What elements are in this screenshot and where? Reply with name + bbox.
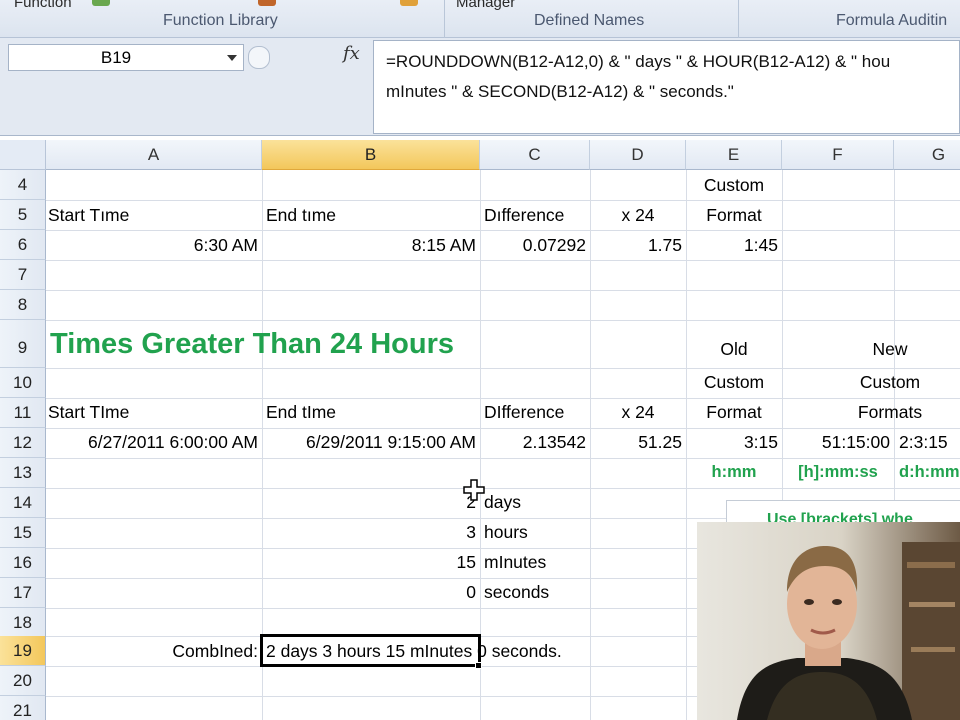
math-icon[interactable]: [400, 0, 418, 6]
column-header-a[interactable]: A: [46, 140, 262, 170]
cell-c17[interactable]: seconds: [480, 577, 590, 607]
note-textbox[interactable]: Use [brackets] whe: [726, 500, 960, 524]
cell-e9[interactable]: Old: [686, 334, 782, 364]
cell-d12[interactable]: 51.25: [590, 427, 686, 457]
move-cursor-icon: [463, 479, 485, 501]
column-header-e[interactable]: E: [686, 140, 782, 170]
active-cell-border: [260, 634, 481, 667]
name-box-value: B19: [100, 48, 132, 67]
cell-f12[interactable]: 51:15:00: [782, 427, 894, 457]
cell-e10[interactable]: Custom: [686, 367, 782, 397]
formula-input[interactable]: =ROUNDDOWN(B12-A12,0) & " days " & HOUR(…: [373, 40, 960, 134]
cell-c5[interactable]: Dıfference: [480, 200, 590, 230]
row-header-16[interactable]: 16: [0, 548, 46, 578]
column-header-g[interactable]: G: [894, 140, 960, 170]
cell-c6[interactable]: 0.07292: [480, 230, 590, 260]
cell-c16[interactable]: mInutes: [480, 547, 590, 577]
cell-b11[interactable]: End tIme: [262, 397, 480, 427]
row-header-10[interactable]: 10: [0, 368, 46, 398]
cell-a19[interactable]: CombIned:: [46, 636, 262, 666]
defined-names-group: Defined Names: [534, 12, 645, 29]
cell-b16[interactable]: 15: [262, 547, 480, 577]
cell-f10[interactable]: Custom: [782, 367, 960, 397]
cell-e12[interactable]: 3:15: [686, 427, 782, 457]
fill-handle[interactable]: [475, 662, 482, 669]
formula-bar: B19 fx =ROUNDDOWN(B12-A12,0) & " days " …: [0, 38, 960, 136]
row-header-8[interactable]: 8: [0, 290, 46, 320]
fx-icon[interactable]: fx: [343, 43, 360, 64]
cell-c15[interactable]: hours: [480, 517, 590, 547]
cell-a5[interactable]: Start Tıme: [44, 200, 260, 230]
presenter-image: [697, 522, 960, 720]
row-header-7[interactable]: 7: [0, 260, 46, 290]
cell-c11[interactable]: DIfference: [480, 397, 590, 427]
gridline: [46, 320, 960, 321]
row-header-6[interactable]: 6: [0, 230, 46, 260]
column-header-f[interactable]: F: [782, 140, 894, 170]
format-code-dhmm[interactable]: d:h:mm: [895, 457, 960, 487]
cell-b17[interactable]: 0: [262, 577, 480, 607]
row-header-12[interactable]: 12: [0, 428, 46, 458]
cell-e4[interactable]: Custom: [686, 170, 782, 200]
row-header-21[interactable]: 21: [0, 696, 46, 720]
formula-auditing-group: Formula Auditin: [836, 12, 948, 29]
chevron-down-icon[interactable]: [227, 55, 237, 61]
cell-a6[interactable]: 6:30 AM: [46, 230, 262, 260]
row-header-4[interactable]: 4: [0, 170, 46, 200]
cell-a11[interactable]: Start TIme: [44, 397, 260, 427]
cell-d11[interactable]: x 24: [590, 397, 686, 427]
column-header-b[interactable]: B: [262, 140, 480, 170]
cell-d6[interactable]: 1.75: [590, 230, 686, 260]
row-header-18[interactable]: 18: [0, 608, 46, 638]
cell-b6[interactable]: 8:15 AM: [262, 230, 480, 260]
cell-e6[interactable]: 1:45: [686, 230, 782, 260]
name-box[interactable]: B19: [8, 44, 244, 71]
format-code-hmmss[interactable]: [h]:mm:ss: [782, 457, 894, 487]
cell-a12[interactable]: 6/27/2011 6:00:00 AM: [46, 427, 262, 457]
row-header-14[interactable]: 14: [0, 488, 46, 518]
function-icon[interactable]: [92, 0, 110, 6]
gridline: [46, 260, 960, 261]
cell-c12[interactable]: 2.13542: [480, 427, 590, 457]
ribbon-divider: [444, 0, 445, 38]
row-header-17[interactable]: 17: [0, 578, 46, 608]
cell-c14[interactable]: days: [480, 487, 590, 517]
ribbon-function-label[interactable]: Function: [14, 0, 72, 11]
cell-e11[interactable]: Format: [686, 397, 782, 427]
row-header-11[interactable]: 11: [0, 398, 46, 428]
select-all-corner[interactable]: [0, 140, 46, 170]
cell-b15[interactable]: 3: [262, 517, 480, 547]
cell-e5[interactable]: Format: [686, 200, 782, 230]
lookup-icon[interactable]: [258, 0, 276, 6]
gridline: [46, 290, 960, 291]
cell-f11[interactable]: Formats: [782, 397, 960, 427]
cell-b5[interactable]: End tıme: [262, 200, 480, 230]
row-header-5[interactable]: 5: [0, 200, 46, 230]
row-header-20[interactable]: 20: [0, 666, 46, 696]
row-header-15[interactable]: 15: [0, 518, 46, 548]
formula-bar-resize-handle[interactable]: [248, 46, 270, 69]
row-header-19[interactable]: 19: [0, 636, 46, 666]
cell-b12[interactable]: 6/29/2011 9:15:00 AM: [262, 427, 480, 457]
column-header-d[interactable]: D: [590, 140, 686, 170]
section-heading[interactable]: Times Greater Than 24 Hours: [46, 326, 586, 362]
ribbon-manager-label[interactable]: Manager: [456, 0, 515, 11]
column-header-c[interactable]: C: [480, 140, 590, 170]
ribbon: Function Manager Function Library Define…: [0, 0, 960, 38]
presenter-webcam: [697, 522, 960, 720]
cell-d5[interactable]: x 24: [590, 200, 686, 230]
format-code-hmm[interactable]: h:mm: [686, 457, 782, 487]
row-header-13[interactable]: 13: [0, 458, 46, 488]
ribbon-divider: [738, 0, 739, 38]
cell-b14[interactable]: 2: [262, 487, 480, 517]
function-library-group: Function Library: [163, 12, 278, 29]
cell-f9[interactable]: New: [782, 334, 960, 364]
row-header-9[interactable]: 9: [0, 320, 46, 368]
cell-g12[interactable]: 2:3:15: [895, 427, 960, 457]
